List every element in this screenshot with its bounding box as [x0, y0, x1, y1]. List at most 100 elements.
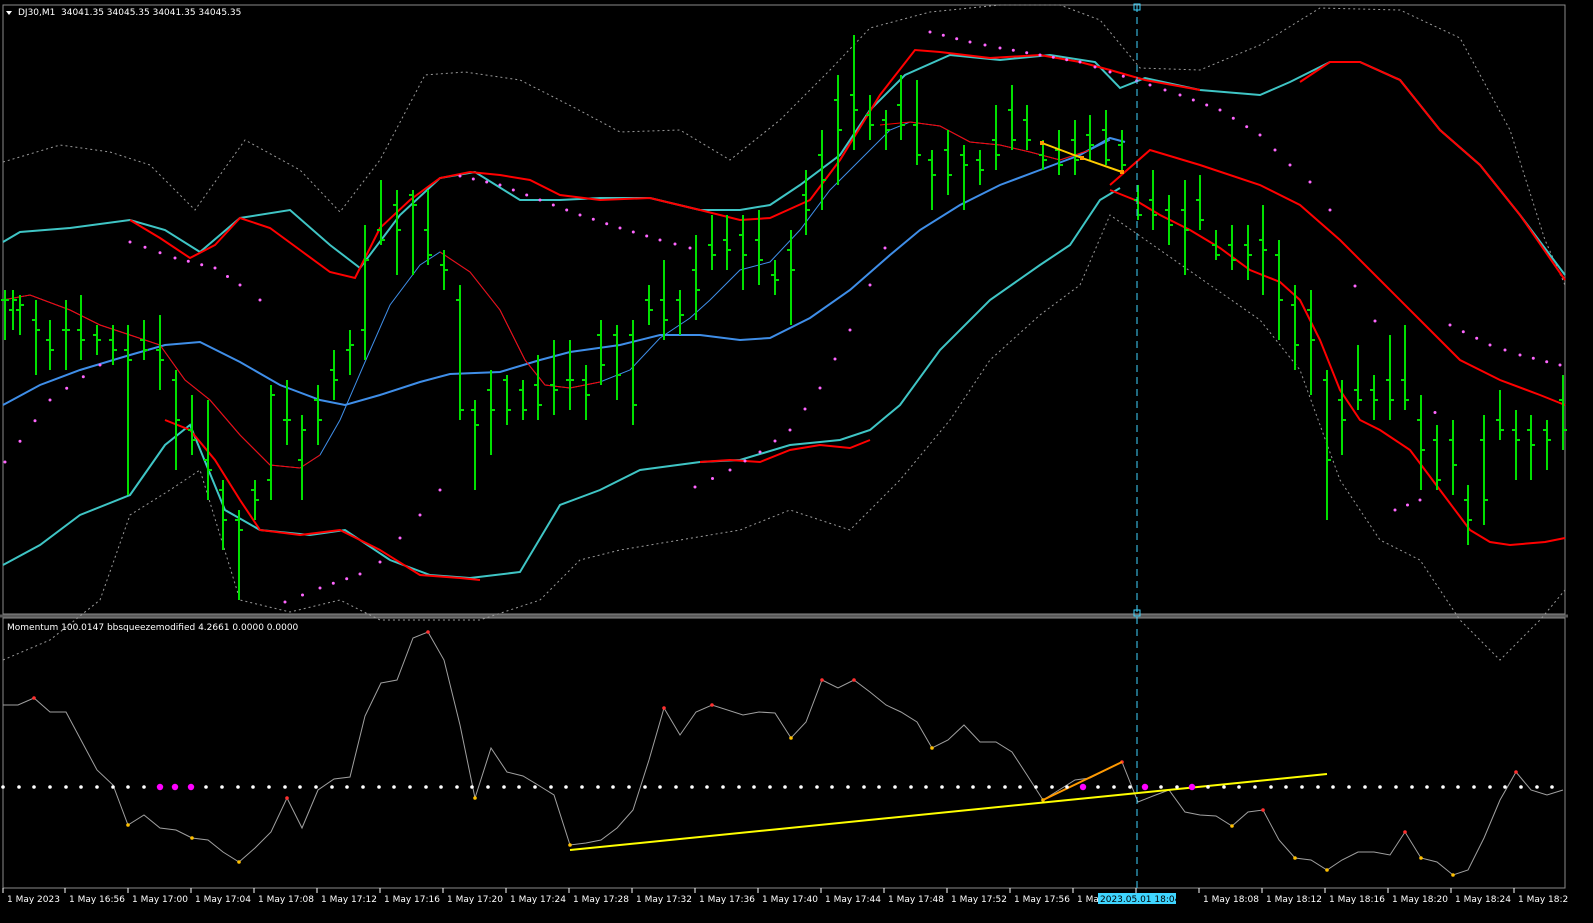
- momentum-trough-marker: [473, 796, 477, 800]
- momentum-trough-marker: [237, 860, 241, 864]
- squeeze-off-dot: [862, 785, 866, 789]
- squeeze-off-dot: [1253, 785, 1257, 789]
- squeeze-off-dot: [1159, 785, 1163, 789]
- sar-point: [803, 407, 807, 411]
- sar-point: [128, 240, 132, 244]
- sar-point: [551, 203, 555, 207]
- sar-point: [673, 242, 677, 246]
- squeeze-off-dot: [361, 785, 365, 789]
- x-tick-label: 1 May 17:44: [825, 895, 881, 905]
- sar-point: [158, 251, 162, 255]
- squeeze-off-dot: [48, 785, 52, 789]
- squeeze-off-dot: [1206, 785, 1210, 789]
- squeeze-off-dot: [392, 785, 396, 789]
- sar-point: [968, 40, 972, 44]
- squeeze-off-dot: [314, 785, 318, 789]
- squeeze-off-dot: [1096, 785, 1100, 789]
- squeeze-off-dot: [752, 785, 756, 789]
- sar-point: [1545, 360, 1549, 364]
- sar-point: [186, 259, 190, 263]
- sar-point: [258, 298, 262, 302]
- sar-point: [143, 245, 147, 249]
- squeeze-off-dot: [1237, 785, 1241, 789]
- squeeze-off-dot: [971, 785, 975, 789]
- sar-point: [1121, 74, 1125, 78]
- squeeze-on-dot: [1141, 783, 1149, 791]
- sar-point: [883, 246, 887, 250]
- sar-point: [48, 398, 52, 402]
- momentum-trough-marker: [1230, 824, 1234, 828]
- squeeze-off-dot: [768, 785, 772, 789]
- squeeze-off-dot: [1222, 785, 1226, 789]
- squeeze-off-dot: [1003, 785, 1007, 789]
- sar-point: [200, 263, 204, 267]
- squeeze-off-dot: [705, 785, 709, 789]
- sar-point: [1488, 343, 1492, 347]
- sar-point: [226, 275, 229, 278]
- sar-point: [1475, 336, 1479, 340]
- sar-point: [1093, 65, 1097, 69]
- squeeze-off-dot: [1050, 785, 1054, 789]
- squeeze-off-dot: [987, 785, 991, 789]
- sar-point: [301, 593, 304, 597]
- squeeze-off-dot: [549, 785, 553, 789]
- squeeze-off-dot: [1394, 785, 1398, 789]
- x-tick-label: 1 May 17:36: [699, 895, 755, 905]
- squeeze-off-dot: [1425, 785, 1429, 789]
- sar-point: [645, 234, 649, 238]
- sar-point: [173, 256, 177, 260]
- squeeze-off-dot: [204, 785, 208, 789]
- sar-point: [833, 357, 837, 361]
- squeeze-off-dot: [1, 785, 5, 789]
- sar-point: [98, 363, 102, 367]
- squeeze-off-dot: [564, 785, 568, 789]
- x-tick-label: 1 May 2023: [7, 895, 60, 905]
- chart-window[interactable]: DJ30,M1 34041.35 34045.35 34041.35 34045…: [0, 0, 1574, 909]
- x-tick-label: 1 May 17:48: [888, 895, 944, 905]
- squeeze-off-dot: [877, 785, 881, 789]
- sar-point: [848, 328, 852, 332]
- squeeze-off-dot: [924, 785, 928, 789]
- squeeze-off-dot: [64, 785, 68, 789]
- indicator-header: Momentum 100.0147 bbsqueezemodified 4.26…: [7, 623, 299, 633]
- sar-point: [1273, 148, 1277, 152]
- squeeze-off-dot: [220, 785, 224, 789]
- momentum-trough-marker: [1419, 856, 1423, 860]
- momentum-peak-marker: [662, 706, 666, 710]
- chart-canvas[interactable]: DJ30,M1 34041.35 34045.35 34041.35 34045…: [0, 0, 1574, 909]
- sar-point: [1503, 348, 1507, 352]
- sar-point: [758, 450, 762, 454]
- squeeze-off-dot: [721, 785, 725, 789]
- sar-point: [868, 283, 872, 287]
- squeeze-off-dot: [1284, 785, 1288, 789]
- squeeze-off-dot: [783, 785, 787, 789]
- squeeze-off-dot: [17, 785, 21, 789]
- momentum-trough-marker: [789, 736, 793, 740]
- x-tick-label: 1 May 18:12: [1266, 895, 1322, 905]
- x-tick-label: 1 May 18:24: [1455, 895, 1511, 905]
- sar-point: [955, 37, 959, 41]
- squeeze-off-dot: [142, 785, 146, 789]
- sar-point: [743, 459, 747, 463]
- sar-point: [983, 43, 987, 47]
- sar-point: [1433, 411, 1437, 414]
- sar-point: [658, 238, 662, 242]
- x-tick-label: 1 May 17:00: [132, 895, 188, 905]
- squeeze-off-dot: [690, 785, 694, 789]
- sar-point: [1373, 319, 1377, 323]
- sar-point: [1218, 108, 1222, 112]
- squeeze-off-dot: [1316, 785, 1320, 789]
- sar-point: [1518, 353, 1522, 357]
- momentum-trough-marker: [568, 843, 572, 847]
- squeeze-off-dot: [1331, 785, 1335, 789]
- squeeze-off-dot: [1503, 785, 1507, 789]
- squeeze-off-dot: [596, 785, 600, 789]
- momentum-peak-marker: [32, 696, 36, 700]
- squeeze-off-dot: [1300, 785, 1304, 789]
- sar-point: [33, 419, 37, 423]
- x-tick-label: 1 May 17:04: [195, 895, 251, 905]
- squeeze-off-dot: [126, 785, 130, 789]
- squeeze-off-dot: [236, 785, 240, 789]
- sar-point: [418, 513, 422, 517]
- squeeze-off-dot: [455, 785, 459, 789]
